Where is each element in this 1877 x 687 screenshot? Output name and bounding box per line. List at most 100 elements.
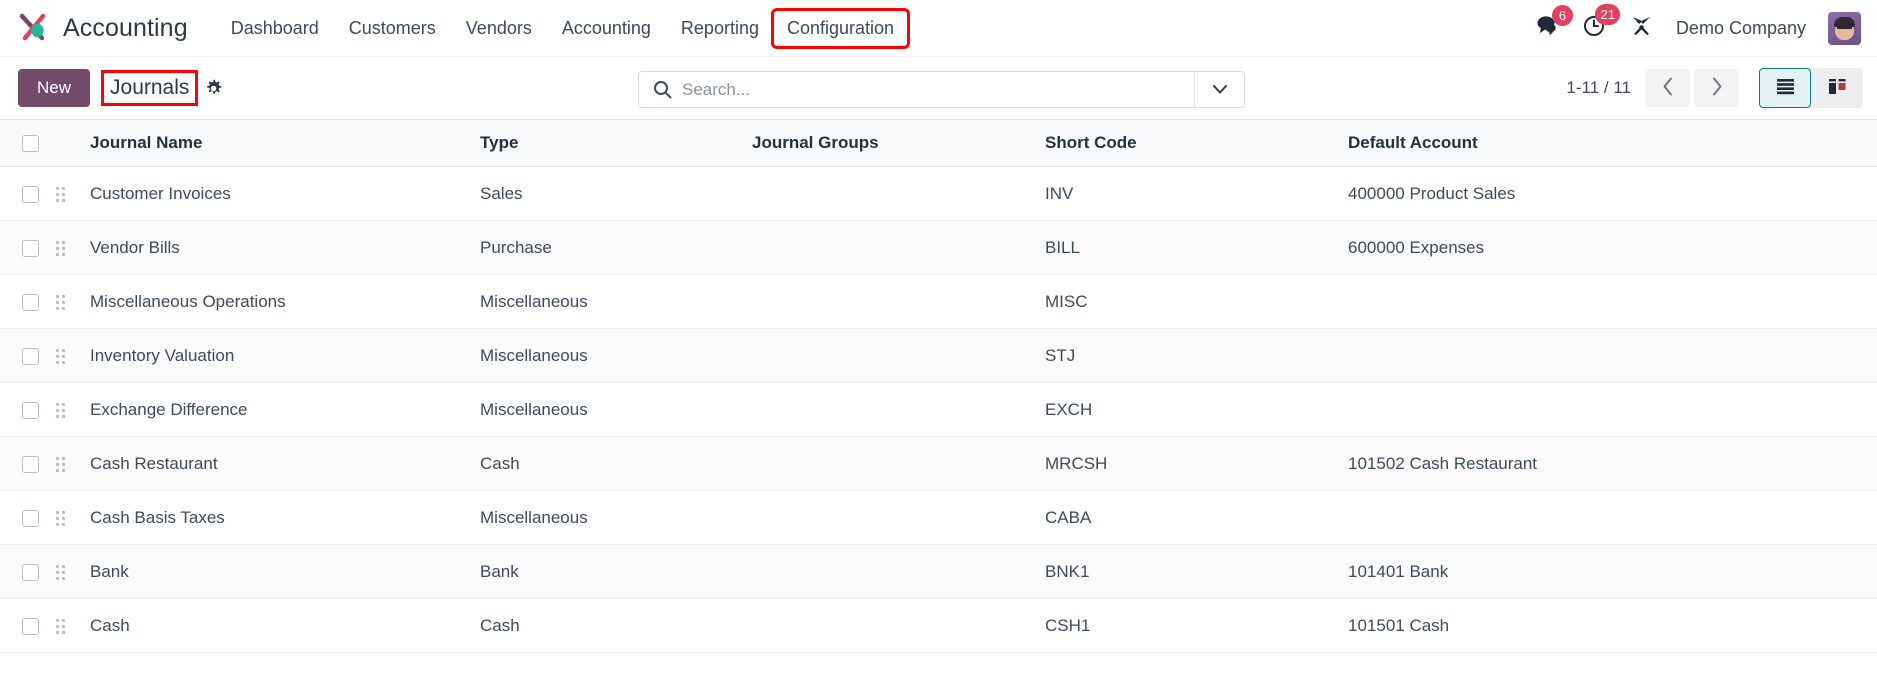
row-checkbox[interactable]	[22, 618, 39, 635]
cell-short-code: INV	[1045, 167, 1348, 221]
cell-journal-name: Cash	[90, 599, 480, 653]
table-row[interactable]: Vendor BillsPurchaseBILL600000 Expenses	[0, 221, 1877, 275]
wrench-screwdriver-icon	[1629, 13, 1654, 43]
drag-handle-icon[interactable]	[56, 511, 65, 526]
menu-item-dashboard[interactable]: Dashboard	[216, 11, 334, 46]
table-row[interactable]: Cash Basis TaxesMiscellaneousCABA	[0, 491, 1877, 545]
row-checkbox[interactable]	[22, 564, 39, 581]
searchview[interactable]	[638, 71, 1245, 108]
column-header-journal-groups[interactable]: Journal Groups	[752, 120, 1045, 167]
cell-journal-groups	[752, 599, 1045, 653]
drag-handle-icon[interactable]	[56, 403, 65, 418]
cell-journal-groups	[752, 221, 1045, 275]
row-checkbox[interactable]	[22, 294, 39, 311]
row-select-cell	[0, 275, 56, 329]
table-row[interactable]: Miscellaneous OperationsMiscellaneous MIS…	[0, 275, 1877, 329]
menu-item-accounting[interactable]: Accounting	[547, 11, 666, 46]
select-all-checkbox[interactable]	[22, 135, 39, 152]
menu-item-reporting[interactable]: Reporting	[666, 11, 774, 46]
table-row[interactable]: Exchange DifferenceMiscellaneousEXCH	[0, 383, 1877, 437]
cell-type: Cash	[480, 437, 752, 491]
cell-type: Sales	[480, 167, 752, 221]
drag-handle-icon[interactable]	[56, 565, 65, 580]
cell-default-account	[1348, 383, 1877, 437]
row-select-cell	[0, 329, 56, 383]
pager-count[interactable]: 1-11 / 11	[1566, 78, 1631, 98]
table-row[interactable]: Inventory ValuationMiscellaneousSTJ	[0, 329, 1877, 383]
row-checkbox[interactable]	[22, 186, 39, 203]
list-icon	[1775, 77, 1796, 99]
main-menu: Dashboard Customers Vendors Accounting R…	[216, 11, 907, 46]
search-icon	[639, 80, 682, 99]
cell-journal-groups	[752, 437, 1045, 491]
cell-type: Miscellaneous	[480, 329, 752, 383]
avatar-hair	[1834, 17, 1855, 27]
cell-journal-groups	[752, 275, 1045, 329]
cell-journal-name: Bank	[90, 545, 480, 599]
search-dropdown-toggle[interactable]	[1194, 72, 1244, 107]
company-switcher[interactable]: Demo Company	[1676, 18, 1806, 39]
cell-journal-groups	[752, 545, 1045, 599]
cell-short-code: MISC	[1045, 275, 1348, 329]
control-panel-left: New Journals	[18, 69, 223, 107]
control-panel: New Journals	[0, 57, 1877, 119]
pager-previous-button[interactable]	[1645, 69, 1690, 107]
cell-short-code: EXCH	[1045, 383, 1348, 437]
odoo-logo-icon[interactable]	[18, 11, 52, 45]
messages-button[interactable]: 6	[1535, 14, 1560, 42]
cell-type: Miscellaneous	[480, 491, 752, 545]
activities-badge: 21	[1595, 4, 1619, 25]
drag-handle-icon[interactable]	[56, 619, 65, 634]
cell-journal-name: Miscellaneous Operations	[90, 275, 480, 329]
cell-default-account: 400000 Product Sales	[1348, 167, 1877, 221]
table-row[interactable]: Customer InvoicesSalesINV400000 Product …	[0, 167, 1877, 221]
brand[interactable]: Accounting	[18, 11, 188, 45]
table-body: Customer InvoicesSalesINV400000 Product …	[0, 167, 1877, 653]
row-handle-cell	[56, 167, 90, 221]
handle-header	[56, 120, 90, 167]
cell-journal-name: Cash Restaurant	[90, 437, 480, 491]
column-header-default-account[interactable]: Default Account	[1348, 120, 1877, 167]
drag-handle-icon[interactable]	[56, 457, 65, 472]
chevron-left-icon	[1662, 77, 1674, 99]
row-checkbox[interactable]	[22, 240, 39, 257]
row-checkbox[interactable]	[22, 510, 39, 527]
kanban-icon	[1827, 77, 1848, 99]
view-button-list[interactable]	[1759, 68, 1811, 108]
row-select-cell	[0, 545, 56, 599]
menu-item-vendors[interactable]: Vendors	[451, 11, 547, 46]
table-row[interactable]: CashCashCSH1101501 Cash	[0, 599, 1877, 653]
menu-item-configuration[interactable]: Configuration	[774, 11, 907, 46]
drag-handle-icon[interactable]	[56, 241, 65, 256]
cell-type: Cash	[480, 599, 752, 653]
row-checkbox[interactable]	[22, 348, 39, 365]
chevron-right-icon	[1711, 77, 1723, 99]
new-button[interactable]: New	[18, 69, 90, 107]
row-select-cell	[0, 491, 56, 545]
top-navbar: Accounting Dashboard Customers Vendors A…	[0, 0, 1877, 57]
pager-next-button[interactable]	[1694, 69, 1739, 107]
table-row[interactable]: BankBankBNK1101401 Bank	[0, 545, 1877, 599]
view-button-kanban[interactable]	[1811, 68, 1863, 108]
drag-handle-icon[interactable]	[56, 349, 65, 364]
drag-handle-icon[interactable]	[56, 187, 65, 202]
row-checkbox[interactable]	[22, 456, 39, 473]
column-header-type[interactable]: Type	[480, 120, 752, 167]
search-input[interactable]	[682, 80, 1194, 100]
menu-item-customers[interactable]: Customers	[334, 11, 451, 46]
cell-short-code: BNK1	[1045, 545, 1348, 599]
drag-handle-icon[interactable]	[56, 295, 65, 310]
row-checkbox[interactable]	[22, 402, 39, 419]
settings-tools-button[interactable]	[1629, 13, 1654, 43]
row-handle-cell	[56, 599, 90, 653]
column-header-short-code[interactable]: Short Code	[1045, 120, 1348, 167]
gear-icon[interactable]	[204, 79, 223, 98]
table-row[interactable]: Cash RestaurantCashMRCSH101502 Cash Rest…	[0, 437, 1877, 491]
cell-journal-groups	[752, 383, 1045, 437]
activities-button[interactable]: 21	[1582, 13, 1607, 43]
column-header-journal-name[interactable]: Journal Name	[90, 120, 480, 167]
avatar[interactable]	[1828, 12, 1861, 45]
breadcrumb-item-journals[interactable]: Journals	[104, 73, 195, 103]
row-handle-cell	[56, 545, 90, 599]
cell-type: Miscellaneous	[480, 275, 752, 329]
